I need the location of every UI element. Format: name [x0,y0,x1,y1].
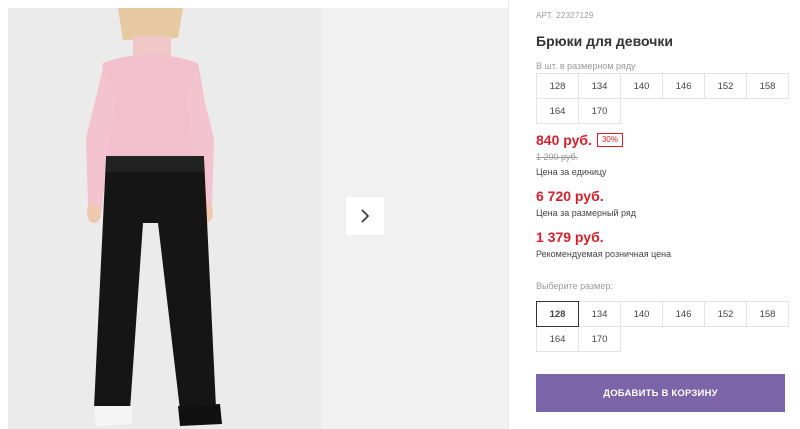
size-option[interactable]: 146 [662,301,705,327]
size-row-item: 152 [704,73,747,99]
size-option-selected[interactable]: 128 [536,301,579,327]
size-select-grid: 128 134 140 146 152 158 164 170 [536,301,790,352]
product-gallery [0,0,509,429]
size-row-item: 140 [620,73,663,99]
size-row-caption: В шт. в размерном ряду [536,61,636,71]
size-row-item: 158 [746,73,789,99]
size-row-grid: 128 134 140 146 152 158 164 170 [536,73,790,124]
size-row-item: 164 [536,98,579,124]
discount-badge: 30% [596,133,623,147]
size-row-item: 134 [578,73,621,99]
size-row-price: 6 720 руб. [536,188,604,204]
add-to-cart-button[interactable]: ДОБАВИТЬ В КОРЗИНУ [536,374,785,412]
size-option[interactable]: 164 [536,326,579,352]
sku-label: АРТ. [536,11,554,20]
size-row-item: 128 [536,73,579,99]
size-option[interactable]: 170 [578,326,621,352]
product-photo-illustration [8,8,321,429]
current-price: 840 руб. [536,132,592,148]
product-photo-main[interactable] [8,8,321,429]
gallery-next-button[interactable] [346,197,384,235]
size-select-caption: Выберите размер: [536,281,613,291]
retail-price-note: Рекомендуемая розничная цена [536,249,672,259]
product-sku: АРТ. 22327129 [536,11,594,20]
size-row-price-note: Цена за размерный ряд [536,208,637,218]
product-title: Брюки для девочки [536,33,673,49]
size-option[interactable]: 140 [620,301,663,327]
size-row-item: 170 [578,98,621,124]
sku-value: 22327129 [556,11,594,20]
size-option[interactable]: 134 [578,301,621,327]
size-option[interactable]: 152 [704,301,747,327]
current-price-block: 840 руб. 30% [536,132,623,148]
retail-price: 1 379 руб. [536,229,604,245]
old-price: 1 200 руб. [536,152,579,162]
chevron-right-icon [361,209,370,223]
column-divider [508,0,509,429]
size-option[interactable]: 158 [746,301,789,327]
size-row-item: 146 [662,73,705,99]
unit-price-note: Цена за единицу [536,167,607,177]
